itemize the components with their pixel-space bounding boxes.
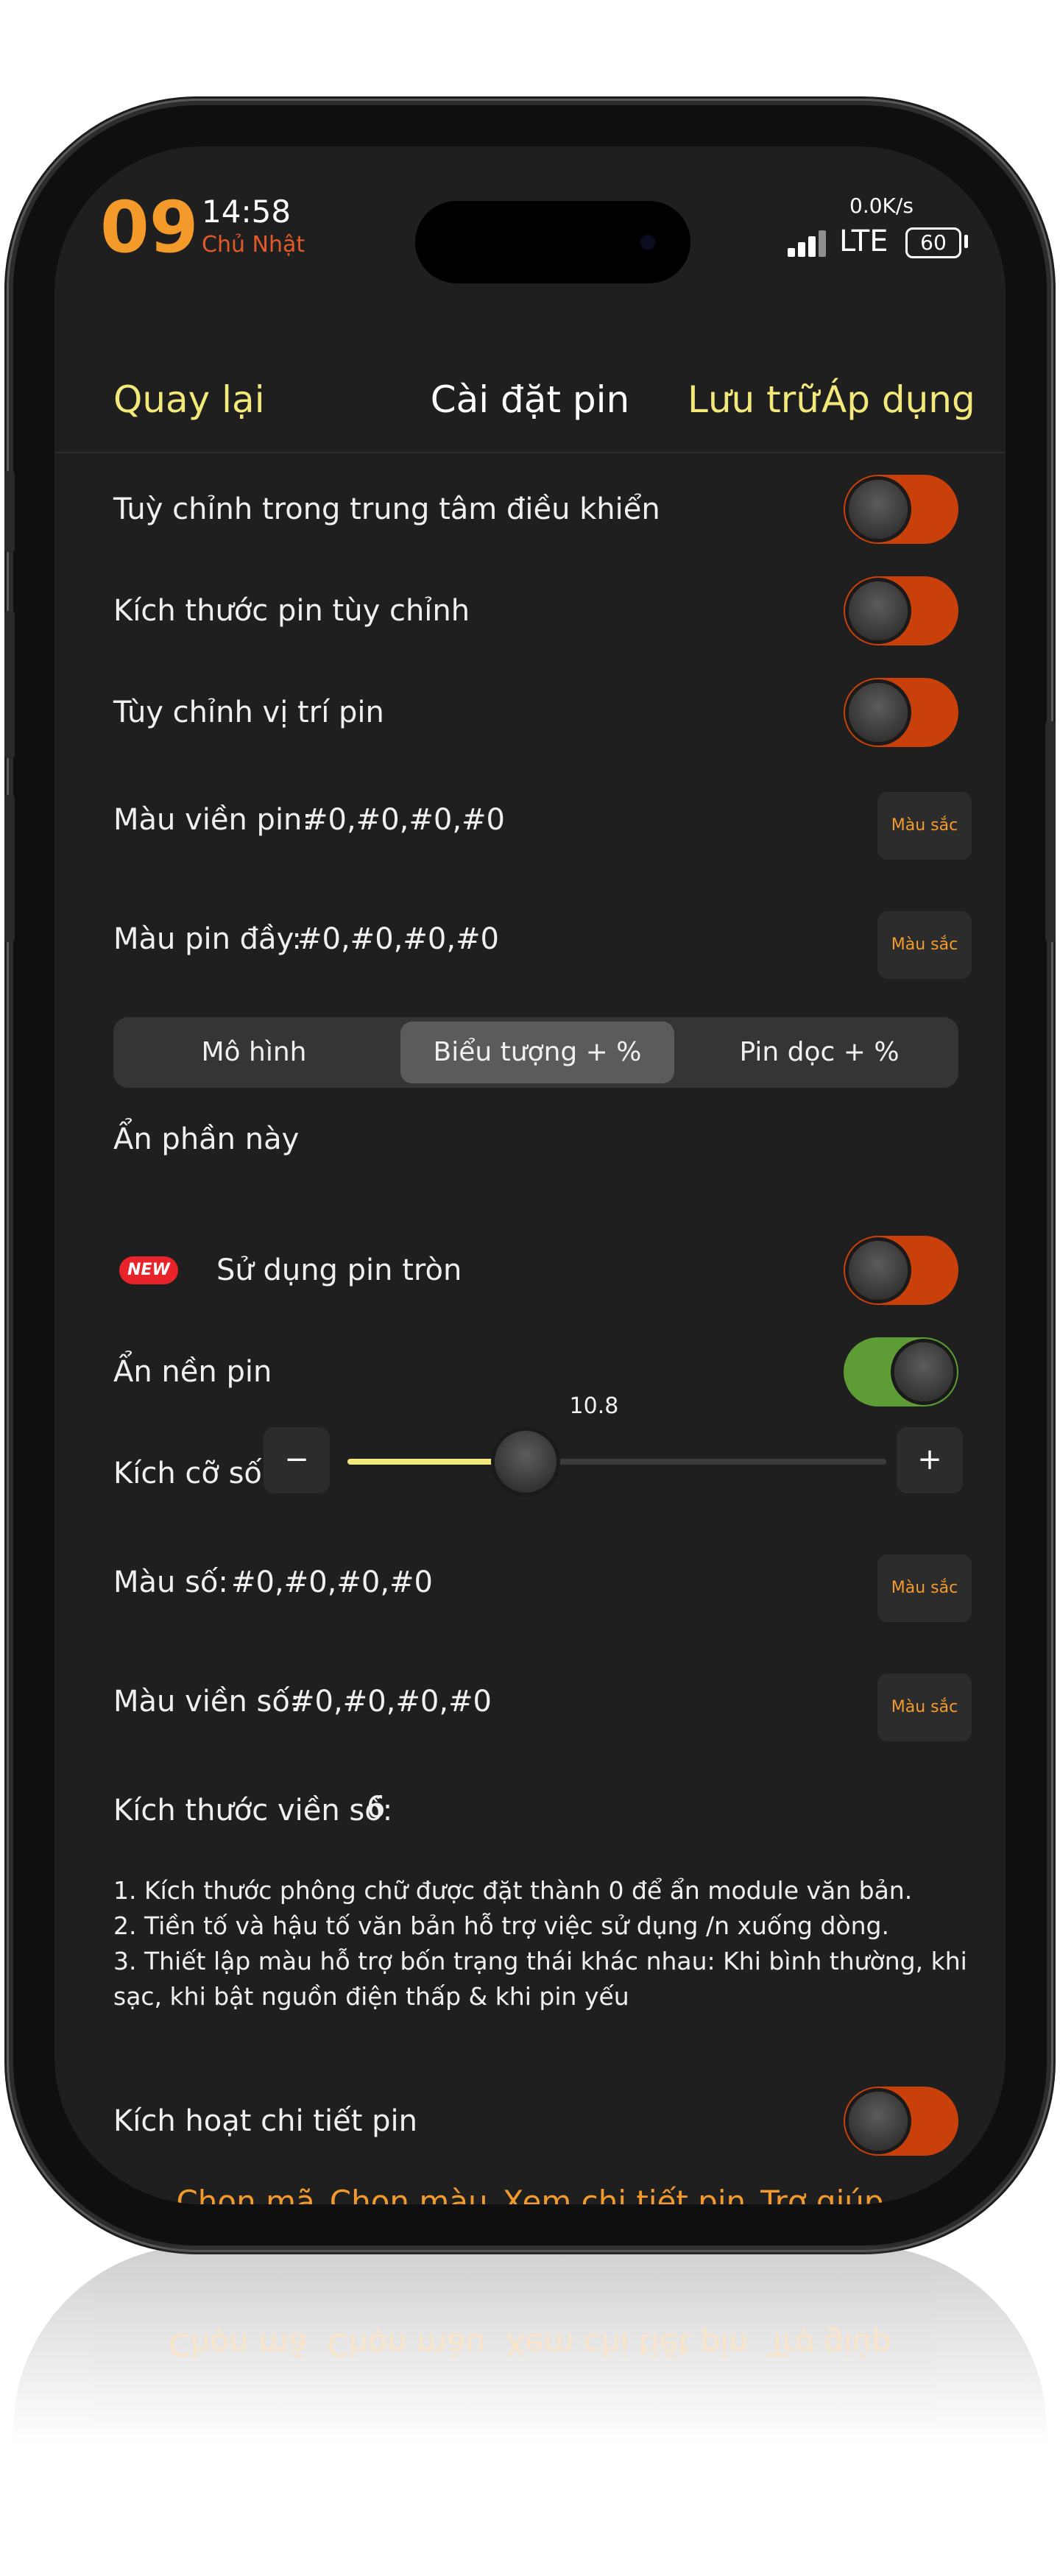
- number-color-value: #0,#0,#0,#0: [231, 1565, 434, 1599]
- increase-button[interactable]: +: [897, 1427, 963, 1493]
- custom-control-center-toggle[interactable]: [844, 475, 958, 544]
- hide-background-toggle[interactable]: [844, 1337, 958, 1406]
- font-size-slider[interactable]: [347, 1459, 886, 1465]
- help-link[interactable]: Trợ giúp: [760, 2184, 883, 2204]
- status-weekday: Chủ Nhật: [202, 232, 305, 258]
- note-item: 1. Kích thước phông chữ được đặt thành 0…: [113, 1876, 913, 1905]
- decrease-button[interactable]: −: [264, 1427, 330, 1493]
- number-border-size-value[interactable]: 6: [367, 1791, 385, 1825]
- status-day: 09: [100, 186, 199, 269]
- segment-icon-percent[interactable]: Biểu tượng + %: [400, 1022, 674, 1083]
- choose-code-link[interactable]: Chọn mã: [176, 2184, 314, 2204]
- number-color-button[interactable]: Màu sắc: [877, 1554, 972, 1622]
- phone-frame: 09 14:58 Chủ Nhật 0.0K/s LTE 60 Cài đặt …: [13, 105, 1047, 2246]
- font-size-label: Kích cỡ số:: [113, 1457, 272, 1490]
- number-color-label: Màu số:: [113, 1565, 228, 1599]
- mute-switch: [4, 471, 15, 552]
- new-badge: NEW: [119, 1256, 178, 1284]
- toggle-knob: [849, 683, 908, 742]
- volume-up-button: [4, 611, 15, 758]
- hide-background-label: Ẩn nền pin: [113, 1355, 272, 1389]
- note-item: 2. Tiền tố và hậu tố văn bản hỗ trợ việc…: [113, 1911, 889, 1940]
- screen: 09 14:58 Chủ Nhật 0.0K/s LTE 60 Cài đặt …: [54, 146, 1006, 2204]
- phone-reflection: Chọn mã Chọn màu Xem chi tiết pin Trợ gi…: [13, 2246, 1047, 2466]
- hide-section-label[interactable]: Ẩn phần này: [113, 1122, 299, 1156]
- border-color-value: #0,#0,#0,#0: [303, 803, 506, 837]
- back-button[interactable]: Quay lại: [113, 378, 265, 421]
- full-color-label: Màu pin đầy:: [113, 922, 302, 956]
- choose-color-link[interactable]: Chọn màu: [330, 2184, 488, 2204]
- custom-position-toggle[interactable]: [844, 678, 958, 747]
- power-button: [1045, 721, 1056, 942]
- dynamic-island: [415, 201, 690, 283]
- status-time: 14:58: [202, 194, 292, 230]
- custom-position-label: Tùy chỉnh vị trí pin: [113, 696, 384, 729]
- footer-links: Chọn mã Chọn màu Xem chi tiết pin Trợ giúp: [54, 2184, 1006, 2204]
- battery-detail-label: Kích hoạt chi tiết pin: [113, 2104, 417, 2138]
- header-divider: [54, 452, 1006, 453]
- reflection-links: Chọn mã Chọn màu Xem chi tiết pin Trợ gi…: [169, 2326, 891, 2363]
- status-network: LTE: [839, 224, 888, 258]
- save-button[interactable]: Lưu trữ: [688, 378, 819, 421]
- toggle-knob: [849, 480, 908, 539]
- custom-control-center-label: Tuỳ chỉnh trong trung tâm điều khiển: [113, 492, 660, 526]
- round-battery-label: Sử dụng pin tròn: [216, 1253, 462, 1287]
- border-color-button[interactable]: Màu sắc: [877, 792, 972, 860]
- number-border-color-value: #0,#0,#0,#0: [290, 1685, 492, 1719]
- full-color-value: #0,#0,#0,#0: [297, 922, 500, 956]
- segment-vertical-percent[interactable]: Pin dọc + %: [685, 1022, 954, 1083]
- round-battery-toggle[interactable]: [844, 1236, 958, 1305]
- toggle-knob: [894, 1342, 953, 1401]
- status-net-speed: 0.0K/s: [849, 194, 914, 218]
- custom-size-label: Kích thước pin tùy chỉnh: [113, 594, 470, 628]
- border-color-label: Màu viền pin:: [113, 803, 312, 837]
- battery-detail-toggle[interactable]: [844, 2087, 958, 2156]
- style-segmented-control: Mô hình Biểu tượng + % Pin dọc + %: [113, 1017, 958, 1088]
- custom-size-toggle[interactable]: [844, 576, 958, 645]
- number-border-size-label: Kích thước viền số:: [113, 1794, 393, 1827]
- number-border-color-button[interactable]: Màu sắc: [877, 1674, 972, 1741]
- battery-tip: [964, 235, 968, 248]
- help-notes: 1. Kích thước phông chữ được đặt thành 0…: [113, 1873, 982, 2014]
- number-border-color-label: Màu viền số:: [113, 1685, 300, 1719]
- battery-icon: 60: [905, 227, 961, 258]
- font-size-value: 10.8: [569, 1393, 619, 1419]
- volume-down-button: [4, 795, 15, 942]
- toggle-knob: [849, 2092, 908, 2151]
- full-color-button[interactable]: Màu sắc: [877, 911, 972, 979]
- battery-detail-link[interactable]: Xem chi tiết pin: [503, 2184, 746, 2204]
- apply-button[interactable]: Áp dụng: [822, 378, 975, 421]
- slider-thumb[interactable]: [494, 1431, 556, 1493]
- toggle-knob: [849, 1241, 908, 1300]
- toggle-knob: [849, 581, 908, 640]
- camera-icon: [640, 235, 655, 250]
- signal-icon: [788, 229, 832, 257]
- note-item: 3. Thiết lập màu hỗ trợ bốn trạng thái k…: [113, 1947, 967, 2011]
- segment-model[interactable]: Mô hình: [118, 1022, 390, 1083]
